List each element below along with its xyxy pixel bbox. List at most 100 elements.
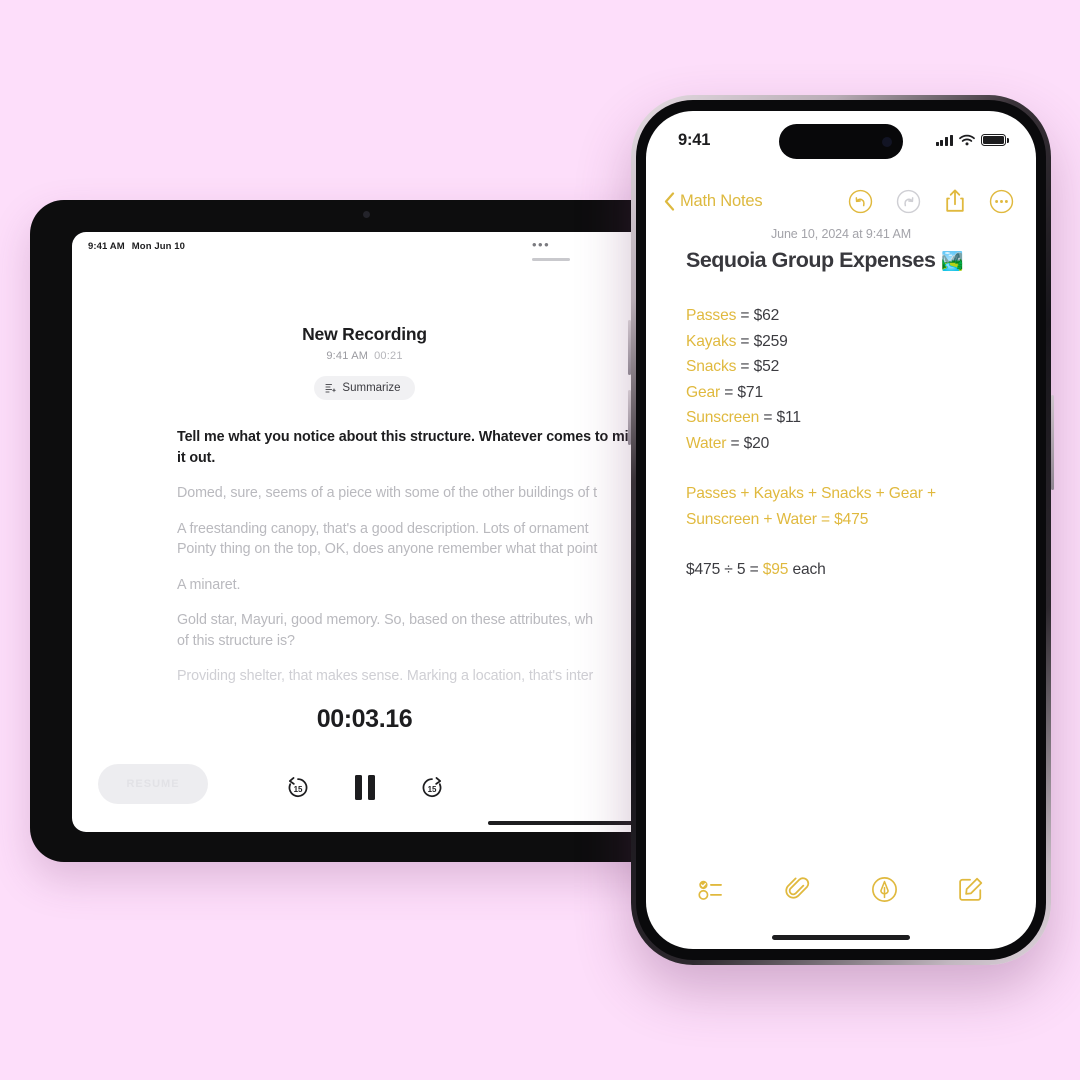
expense-line: Water = $20 — [686, 431, 1012, 457]
expense-eq: = — [736, 358, 754, 375]
sum-term: Gear — [888, 485, 923, 502]
chevron-left-icon — [664, 191, 675, 211]
expense-value: $62 — [753, 307, 780, 324]
recording-time: 9:41 AM — [326, 350, 369, 362]
expense-eq: = — [736, 332, 754, 350]
expense-value: $52 — [753, 358, 780, 375]
redo-icon — [896, 189, 921, 213]
sum-plus: + — [803, 485, 822, 502]
transcript-paragraph: Gold star, Mayuri, good memory. So, base… — [177, 612, 593, 628]
skip-back-15-icon[interactable]: 15 — [285, 774, 311, 800]
paperclip-icon[interactable] — [784, 876, 811, 903]
recording-duration: 00:21 — [374, 350, 403, 362]
share-icon[interactable] — [944, 188, 966, 214]
ipad-device: 9:41 AM Mon Jun 10 ••• New Recording 9:41… — [30, 200, 702, 862]
note-navbar: Math Notes — [646, 181, 1036, 221]
summarize-label: Summarize — [342, 382, 401, 394]
wifi-icon — [959, 134, 975, 146]
battery-icon — [981, 134, 1009, 146]
status-time: 9:41 — [678, 130, 711, 149]
pause-button[interactable] — [354, 774, 375, 800]
note-title-text: Sequoia Group Expenses — [686, 248, 936, 272]
summarize-button[interactable]: Summarize — [314, 376, 415, 400]
expense-value: $259 — [753, 332, 788, 350]
sum-term: Kayaks — [753, 485, 804, 502]
expense-eq: = — [720, 383, 738, 401]
landscape-emoji-icon: 🏞️ — [940, 251, 963, 271]
ipad-camera-icon — [363, 211, 370, 218]
sum-term: Snacks — [821, 485, 872, 502]
compose-icon[interactable] — [957, 876, 984, 903]
svg-text:15: 15 — [427, 785, 436, 794]
checklist-icon[interactable] — [698, 876, 725, 903]
ipad-sheet-grabber[interactable] — [532, 258, 570, 261]
expense-line: Sunscreen = $11 — [686, 405, 1012, 431]
ipad-window-more-button[interactable]: ••• — [532, 238, 550, 251]
expense-label: Passes — [686, 307, 737, 324]
ipad-screen: 9:41 AM Mon Jun 10 ••• New Recording 9:41… — [72, 232, 702, 832]
expense-line: Snacks = $52 — [686, 354, 1012, 380]
transcript-paragraph: of this structure is? — [177, 632, 295, 649]
expense-line: Kayaks = $259 — [686, 329, 1012, 355]
recording-title: New Recording — [302, 324, 427, 344]
expense-value: $11 — [776, 409, 802, 426]
svg-text:15: 15 — [293, 785, 302, 794]
expense-line: Passes = $62 — [686, 303, 1012, 329]
undo-icon[interactable] — [848, 189, 873, 214]
ipad-status-time: 9:41 AM — [88, 241, 125, 252]
transcript-paragraph: Pointy thing on the top, OK, does anyone… — [177, 541, 598, 557]
more-circle-icon[interactable] — [989, 189, 1014, 214]
playback-controls: 15 15 — [72, 774, 657, 800]
volume-down-button[interactable] — [628, 390, 631, 445]
sum-term: Water — [776, 510, 817, 528]
sum-line-2: Sunscreen + Water = $475 — [686, 507, 1012, 533]
note-body[interactable]: Passes = $62 Kayaks = $259 Snacks = $52 … — [686, 303, 1012, 583]
division-line: $475 ÷ 5 = $95 each — [686, 557, 1012, 583]
sum-term: Passes — [686, 485, 737, 502]
markup-pen-icon[interactable] — [871, 876, 898, 903]
phone-home-indicator[interactable] — [772, 935, 910, 940]
expense-value: $71 — [737, 383, 763, 401]
sum-line-1: Passes + Kayaks + Snacks + Gear + — [686, 481, 1012, 507]
transcript-paragraph: Tell me what you notice about this struc… — [177, 429, 685, 466]
sum-plus: + — [759, 510, 777, 528]
iphone-bezel: 9:41 Math Notes June 10, 2024 at 9:41 AM… — [636, 100, 1046, 960]
recording-meta: 9:41 AM 00:21 — [72, 350, 657, 362]
note-toolbar — [646, 876, 1036, 903]
back-to-math-notes-button[interactable]: Math Notes — [664, 191, 763, 211]
transcript-list[interactable]: Tell me what you notice about this struc… — [177, 427, 702, 702]
expense-eq: = — [759, 409, 777, 426]
sum-plus: + — [736, 485, 754, 502]
dynamic-island[interactable] — [779, 124, 903, 159]
expense-eq: = — [736, 307, 754, 324]
division-suffix: each — [788, 561, 826, 578]
transcript-paragraph: A freestanding canopy, that's a good des… — [177, 520, 589, 537]
sparkle-text-icon — [325, 383, 337, 393]
cellular-signal-icon — [935, 134, 953, 146]
iphone-screen: 9:41 Math Notes June 10, 2024 at 9:41 AM… — [646, 111, 1036, 949]
recording-header: New Recording 9:41 AM 00:21 Summarize — [72, 324, 657, 400]
back-label: Math Notes — [680, 191, 763, 210]
navbar-actions — [848, 188, 1014, 214]
note-title[interactable]: Sequoia Group Expenses 🏞️ — [686, 248, 1006, 273]
expense-label: Gear — [686, 383, 721, 401]
power-button[interactable] — [1051, 395, 1054, 490]
expense-line: Gear = $71 — [686, 380, 1012, 406]
division-result: $95 — [762, 561, 789, 578]
sum-plus: + — [871, 485, 889, 502]
expense-label: Sunscreen — [686, 409, 760, 426]
playback-timer: 00:03.16 — [316, 705, 413, 733]
skip-forward-15-icon[interactable]: 15 — [419, 774, 445, 800]
sum-plus: + — [922, 485, 936, 502]
sum-total: $475 — [834, 510, 869, 528]
ipad-status-bar: 9:41 AM Mon Jun 10 — [88, 241, 185, 252]
expense-label: Water — [686, 434, 727, 452]
expense-label: Kayaks — [686, 332, 737, 350]
iphone-device: 9:41 Math Notes June 10, 2024 at 9:41 AM… — [628, 95, 1054, 965]
note-date: June 10, 2024 at 9:41 AM — [770, 227, 912, 241]
expense-value: $20 — [743, 434, 770, 452]
volume-up-button[interactable] — [628, 320, 631, 375]
division-expression: $475 ÷ 5 = — [686, 561, 763, 578]
